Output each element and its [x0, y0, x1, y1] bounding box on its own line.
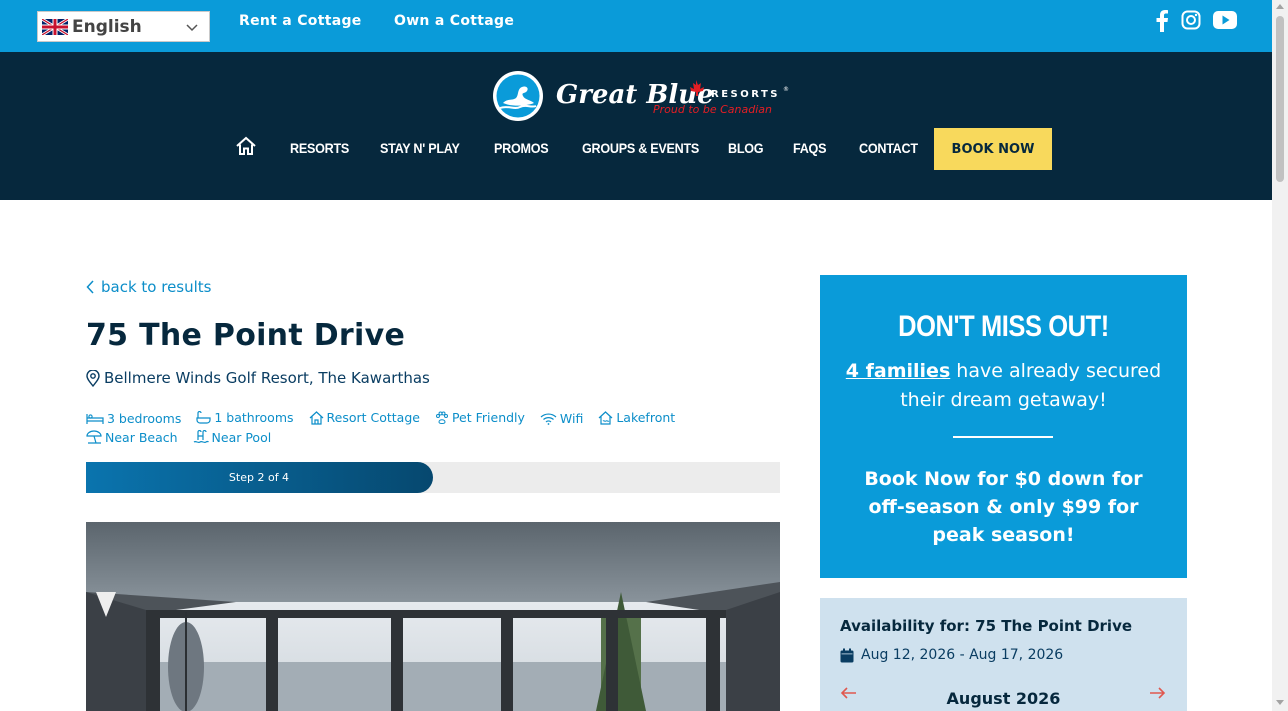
site-header: Great Blue RESORTS ® Proud to be Canadia…	[0, 52, 1272, 200]
youtube-icon[interactable]	[1213, 11, 1237, 29]
calendar-icon	[840, 648, 854, 662]
amenity-label: 1 bathrooms	[214, 410, 294, 425]
property-photo[interactable]	[86, 522, 780, 711]
own-a-cottage-link[interactable]: Own a Cottage	[394, 13, 514, 29]
scroll-thumb[interactable]	[1276, 16, 1284, 182]
back-label: back to results	[101, 278, 212, 296]
amenity-label: Lakefront	[616, 410, 676, 425]
bath-icon	[196, 410, 211, 424]
back-to-results-link[interactable]: back to results	[86, 278, 212, 296]
promo-families-text: 4 families have already secured their dr…	[840, 357, 1167, 415]
facebook-icon[interactable]	[1155, 10, 1169, 32]
bed-icon	[86, 413, 104, 424]
amenity-bathrooms: 1 bathrooms	[196, 409, 294, 426]
promo-panel: DON'T MISS OUT! 4 families have already …	[820, 275, 1187, 578]
pool-icon	[193, 430, 209, 444]
next-month-arrow-icon[interactable]	[1148, 686, 1166, 700]
chevron-down-icon	[186, 24, 198, 32]
amenity-near-pool: Near Pool	[193, 429, 272, 446]
availability-dates[interactable]: Aug 12, 2026 - Aug 17, 2026	[840, 647, 1063, 663]
amenity-label: Resort Cottage	[326, 410, 420, 425]
instagram-icon[interactable]	[1181, 10, 1201, 30]
language-selector[interactable]: English	[37, 11, 210, 42]
promo-divider	[953, 436, 1053, 438]
home-icon[interactable]	[235, 136, 257, 156]
great-blue-resorts-logo[interactable]: Great Blue RESORTS ® Proud to be Canadia…	[486, 70, 791, 122]
wifi-icon	[540, 412, 557, 425]
amenity-label: Near Beach	[105, 429, 178, 445]
house-icon	[309, 410, 323, 425]
nav-faqs[interactable]: FAQS	[793, 140, 826, 156]
amenity-near-beach: Near Beach	[86, 429, 178, 446]
rent-a-cottage-link[interactable]: Rent a Cottage	[239, 13, 362, 29]
amenity-pet-friendly: Pet Friendly	[435, 409, 525, 426]
book-now-button[interactable]: BOOK NOW	[934, 128, 1052, 170]
nav-blog[interactable]: BLOG	[728, 140, 764, 156]
amenity-wifi: Wifi	[540, 410, 583, 427]
date-range: Aug 12, 2026 - Aug 17, 2026	[861, 647, 1064, 663]
page: English Rent a Cottage Own a Cottage Gre…	[0, 0, 1288, 711]
location-label: Bellmere Winds Golf Resort, The Kawartha…	[104, 369, 430, 387]
nav-promos[interactable]: PROMOS	[494, 140, 549, 156]
property-location: Bellmere Winds Golf Resort, The Kawartha…	[86, 369, 430, 387]
sunroom-photo-graphic	[86, 522, 780, 711]
scroll-down-arrow-icon[interactable]	[1276, 700, 1284, 705]
language-label: English	[72, 16, 142, 37]
page-scrollbar[interactable]	[1272, 0, 1288, 711]
uk-flag-icon	[42, 18, 68, 35]
calendar-month: August 2026	[946, 689, 1061, 708]
progress-label: Step 2 of 4	[228, 471, 290, 484]
chevron-left-icon	[86, 280, 94, 294]
nav-contact[interactable]: CONTACT	[859, 140, 918, 156]
availability-panel: Availability for: 75 The Point Drive Aug…	[820, 598, 1187, 711]
property-title: 75 The Point Drive	[86, 318, 406, 353]
scroll-up-arrow-icon[interactable]	[1276, 4, 1284, 9]
paw-icon	[435, 411, 448, 424]
amenities-list: 3 bedrooms 1 bathrooms Resort Cottage Pe…	[86, 409, 786, 448]
amenity-bedrooms: 3 bedrooms	[86, 410, 181, 427]
amenity-label: Wifi	[559, 411, 584, 426]
logo-graphic: Great Blue RESORTS ® Proud to be Canadia…	[493, 71, 789, 121]
nav-resorts[interactable]: RESORTS	[290, 140, 349, 156]
promo-offer: Book Now for $0 down for off-season & on…	[864, 468, 1143, 546]
promo-headline: DON'T MISS OUT!	[898, 310, 1109, 343]
amenity-resort-cottage: Resort Cottage	[309, 409, 420, 426]
nav-stay-n-play[interactable]: STAY N' PLAY	[380, 140, 460, 156]
svg-text:RESORTS: RESORTS	[711, 89, 780, 100]
amenity-label: Near Pool	[211, 429, 272, 445]
availability-title: Availability for: 75 The Point Drive	[840, 617, 1133, 635]
amenity-label: 3 bedrooms	[107, 411, 182, 426]
amenity-lakefront: Lakefront	[598, 409, 675, 426]
top-bar: English Rent a Cottage Own a Cottage	[0, 0, 1272, 52]
lakefront-icon	[598, 410, 613, 425]
svg-text:®: ®	[783, 86, 789, 93]
families-count: 4 families	[845, 360, 951, 382]
booking-progress-bar: Step 2 of 4	[86, 462, 780, 493]
main-nav: RESORTS STAY N' PLAY PROMOS GROUPS & EVE…	[0, 128, 1272, 172]
amenity-label: Pet Friendly	[451, 410, 525, 425]
nav-groups-events[interactable]: GROUPS & EVENTS	[582, 140, 699, 156]
map-pin-icon	[86, 369, 100, 387]
svg-text:Proud to be Canadian: Proud to be Canadian	[653, 103, 772, 116]
beach-umbrella-icon	[86, 430, 102, 444]
